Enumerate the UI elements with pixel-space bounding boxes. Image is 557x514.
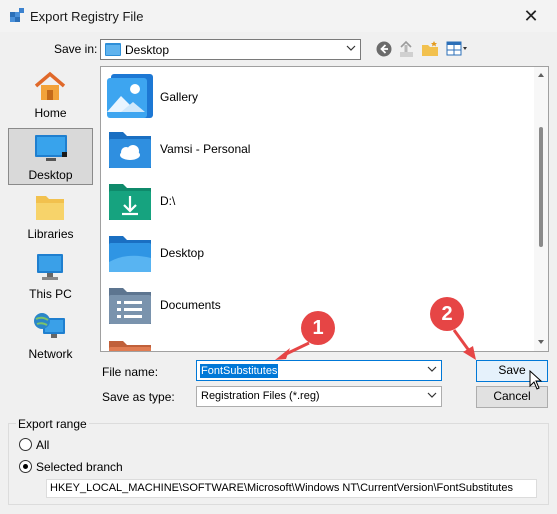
radio-all-label[interactable]: All xyxy=(36,438,49,452)
documents-folder-icon xyxy=(109,288,151,324)
download-drive-icon xyxy=(109,184,151,220)
new-folder-icon[interactable] xyxy=(421,40,441,58)
file-name: Desktop xyxy=(160,246,205,260)
place-label: This PC xyxy=(29,287,72,301)
file-name-value[interactable]: FontSubstitutes xyxy=(200,364,279,378)
gallery-icon xyxy=(107,74,153,118)
desktop-folder-icon xyxy=(105,43,121,56)
this-pc-icon xyxy=(37,254,63,280)
file-name-label: File name: xyxy=(102,365,159,379)
scroll-up-icon[interactable] xyxy=(538,73,544,77)
network-icon xyxy=(34,313,65,338)
place-label: Desktop xyxy=(28,168,73,182)
file-item-gallery[interactable]: Gallery xyxy=(107,72,407,124)
file-item-vamsi-personal[interactable]: Vamsi - Personal xyxy=(107,124,407,176)
close-button[interactable]: ✕ xyxy=(505,0,557,32)
place-label: Home xyxy=(34,106,67,120)
selected-branch-path-field[interactable]: HKEY_LOCAL_MACHINE\SOFTWARE\Microsoft\Wi… xyxy=(46,479,537,498)
save-as-type-dropdown[interactable]: Registration Files (*.reg) xyxy=(196,386,442,407)
folder-icon xyxy=(109,341,151,351)
desktop-icon xyxy=(35,135,67,161)
file-name: Vamsi - Personal xyxy=(160,142,251,156)
place-home[interactable]: Home xyxy=(8,67,93,124)
place-libraries[interactable]: Libraries xyxy=(8,188,93,245)
vertical-scrollbar[interactable] xyxy=(534,67,548,351)
up-folder-icon[interactable] xyxy=(398,40,415,58)
file-item-documents[interactable]: Documents xyxy=(107,280,407,332)
cloud-folder-icon xyxy=(109,132,151,168)
save-as-type-value: Registration Files (*.reg) xyxy=(201,390,320,402)
file-name: Gallery xyxy=(160,90,199,104)
place-this-pc[interactable]: This PC xyxy=(8,248,93,305)
home-icon xyxy=(34,71,66,100)
scroll-down-icon[interactable] xyxy=(538,340,544,344)
places-bar: Home Desktop Libraries This PC Network xyxy=(8,67,93,369)
close-icon: ✕ xyxy=(523,5,539,26)
annotation-badge-1: 1 xyxy=(301,311,335,345)
save-in-label: Save in: xyxy=(54,42,98,56)
title-bar: Export Registry File ✕ xyxy=(0,0,557,32)
place-network[interactable]: Network xyxy=(8,308,93,365)
libraries-icon xyxy=(36,196,64,220)
radio-selected-branch[interactable] xyxy=(19,460,32,473)
chevron-down-icon[interactable] xyxy=(427,364,437,374)
file-name: D:\ xyxy=(160,194,176,208)
file-name: Documents xyxy=(160,298,221,312)
file-item-desktop[interactable]: Desktop xyxy=(107,228,407,280)
export-range-legend: Export range xyxy=(16,417,89,431)
registry-icon xyxy=(10,8,24,22)
radio-all[interactable] xyxy=(19,438,32,451)
file-item-partial[interactable] xyxy=(107,339,407,351)
file-name-field[interactable]: FontSubstitutes xyxy=(196,360,442,381)
save-as-type-label: Save as type: xyxy=(102,390,175,404)
chevron-down-icon xyxy=(427,392,437,398)
desktop-folder-icon xyxy=(109,236,151,272)
place-label: Network xyxy=(28,347,73,361)
radio-selected-branch-label[interactable]: Selected branch xyxy=(36,460,123,474)
chevron-down-icon xyxy=(346,45,356,51)
views-menu-icon[interactable] xyxy=(446,40,470,58)
mouse-cursor-icon xyxy=(529,370,543,390)
file-list[interactable]: Gallery Vamsi - Personal D:\ Desktop Doc… xyxy=(100,66,549,352)
annotation-badge-2: 2 xyxy=(430,297,464,331)
place-desktop[interactable]: Desktop xyxy=(8,128,93,185)
file-item-d-drive[interactable]: D:\ xyxy=(107,176,407,228)
scroll-thumb[interactable] xyxy=(539,127,543,247)
back-icon[interactable] xyxy=(376,41,392,57)
place-label: Libraries xyxy=(27,227,74,241)
window-title: Export Registry File xyxy=(30,9,144,24)
save-in-value: Desktop xyxy=(125,43,170,57)
save-in-dropdown[interactable]: Desktop xyxy=(100,39,361,60)
